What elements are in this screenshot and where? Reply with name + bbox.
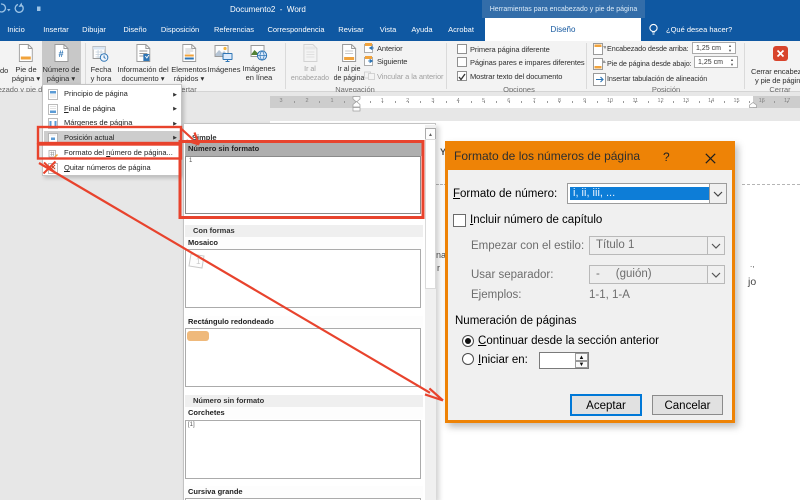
- svg-text:1: 1: [196, 257, 201, 266]
- svg-text:#: #: [58, 49, 63, 59]
